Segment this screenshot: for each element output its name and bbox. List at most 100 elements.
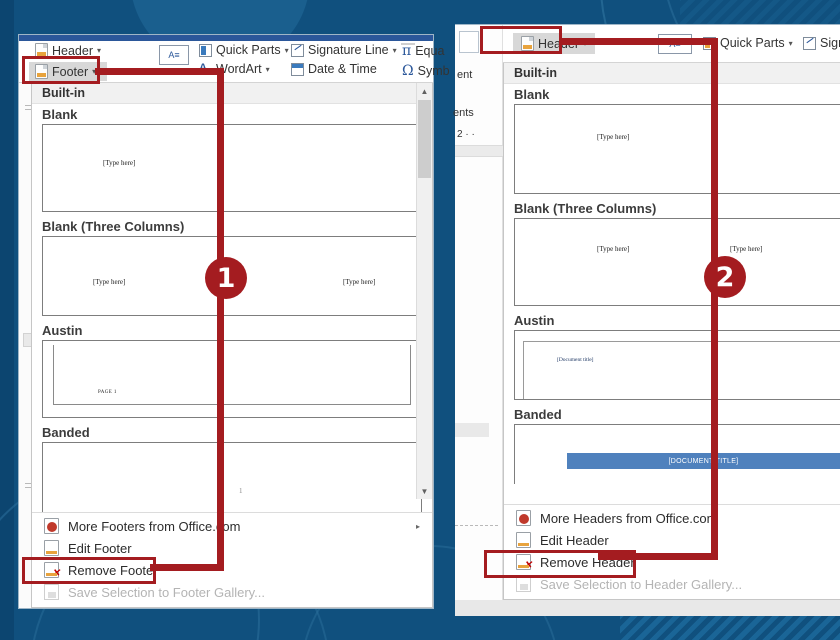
austin-rule-right: [410, 345, 411, 405]
step-badge-2: 2: [704, 256, 746, 298]
chevron-down-icon: ▾: [392, 45, 397, 55]
ribbon-date-time-button[interactable]: Date & Time: [291, 62, 397, 76]
annotation-box-footer-button: [22, 56, 100, 84]
equation-label: Equa: [415, 44, 445, 58]
preview-placeholder: [DOCUMENT TITLE]: [668, 457, 739, 465]
gallery-item-label-blank: Blank: [514, 87, 550, 102]
side-label-0: ent: [457, 69, 473, 81]
austin-rule-horizontal: [53, 404, 411, 405]
signature-line-label: Signature Line: [308, 43, 389, 57]
gallery-preview-banded[interactable]: 1: [42, 442, 422, 516]
step-badge-1: 1: [205, 257, 247, 299]
annotation-line-1-horizontal: [95, 68, 224, 75]
save-icon: [44, 584, 59, 600]
side-ruler-marker: [455, 145, 503, 157]
gallery-preview-banded[interactable]: [DOCUMENT TITLE]: [514, 424, 840, 484]
right-panel-side-column: ent ents 2 · ·: [453, 25, 503, 616]
menu-item-more-footers[interactable]: More Footers from Office.com ▸: [32, 515, 432, 537]
gallery-preview-blank-three-columns[interactable]: [Type here] [Type here] [Typ: [514, 218, 840, 306]
quick-parts-label: Quick Parts: [216, 43, 281, 57]
scroll-down-button[interactable]: ▼: [417, 483, 432, 499]
date-time-icon: [291, 62, 304, 76]
gallery-section-title: Built-in: [32, 83, 432, 104]
right-screenshot-panel: ent ents 2 · · Header ▾ A≡ Quick Parts ▾: [453, 24, 840, 616]
preview-placeholder: [Type here]: [343, 278, 376, 286]
preview-placeholder: 1: [239, 487, 243, 495]
menu-item-label: Edit Header: [540, 532, 609, 548]
preview-placeholder: [Type here]: [597, 245, 630, 253]
scroll-up-button[interactable]: ▲: [417, 83, 432, 99]
ribbon-text-box-button[interactable]: A≡: [159, 45, 189, 65]
gallery-preview-austin[interactable]: PAGE 1: [42, 340, 422, 418]
gallery-item-label-banded: Banded: [514, 407, 562, 422]
austin-rule: [53, 345, 54, 405]
scrollbar-thumb[interactable]: [418, 100, 431, 178]
chevron-down-icon: ▾: [97, 46, 102, 55]
side-stub-box: [459, 31, 479, 53]
annotation-line-2-horizontal: [560, 38, 718, 45]
preview-placeholder: [Type here]: [93, 278, 126, 286]
preview-placeholder: PAGE 1: [98, 390, 117, 395]
menu-item-more-headers[interactable]: More Headers from Office.com: [504, 507, 840, 529]
menu-item-edit-header[interactable]: Edit Header: [504, 529, 840, 551]
banded-title-bar: [DOCUMENT TITLE]: [567, 453, 840, 469]
side-label-1: ents: [453, 107, 474, 119]
document-icon: [516, 532, 531, 548]
austin-rule-left: [523, 341, 524, 399]
preview-placeholder: [Type here]: [730, 245, 763, 253]
globe-icon: [44, 518, 59, 534]
gallery-scrollbar[interactable]: ▲ ▼: [416, 83, 432, 499]
menu-item-label: More Footers from Office.com: [68, 518, 241, 534]
symbol-label: Symb: [417, 64, 450, 78]
gallery-item-label-austin: Austin: [42, 323, 83, 338]
left-screenshot-panel: Header ▾ Footer ▾ A≡ ▾ Quick Parts ▾ A: [18, 34, 450, 609]
side-dashed-rule: [455, 525, 498, 526]
ribbon-signature-line-button[interactable]: Signature Line ▾: [291, 43, 397, 57]
annotation-box-remove-footer: [22, 557, 156, 584]
menu-item-edit-footer[interactable]: Edit Footer: [32, 537, 432, 559]
ribbon-signature-line-button[interactable]: Signature Li: [803, 36, 840, 50]
save-icon: [516, 576, 531, 592]
preview-placeholder: [Document title]: [557, 357, 594, 363]
gallery-section-title: Built-in: [504, 63, 840, 84]
gallery-item-label-blank-three-columns: Blank (Three Columns): [514, 201, 657, 216]
ribbon-symbol-button[interactable]: Ω Symb: [402, 63, 450, 79]
gallery-preview-blank[interactable]: [Type here]: [42, 124, 422, 212]
side-ruler-marker-2: [455, 423, 489, 437]
chevron-down-icon: ▾: [284, 45, 289, 55]
annotation-box-header-button: [480, 26, 562, 54]
quick-parts-label: Quick Parts: [720, 36, 785, 50]
preview-placeholder: [Type here]: [103, 159, 136, 167]
gallery-preview-blank[interactable]: [Type here]: [514, 104, 840, 194]
menu-item-label: More Headers from Office.com: [540, 510, 718, 526]
chevron-down-icon: ▾: [788, 38, 793, 48]
signature-line-label: Signature Li: [820, 36, 840, 50]
gallery-item-label-banded: Banded: [42, 425, 90, 440]
austin-rule-top: [523, 341, 840, 342]
ribbon-quick-parts-button[interactable]: Quick Parts ▾: [199, 43, 289, 57]
menu-item-label: Save Selection to Footer Gallery...: [68, 584, 266, 600]
gallery-item-label-austin: Austin: [514, 313, 555, 328]
annotation-line-2-vertical: [711, 38, 718, 560]
right-panel-bottom-edge: [455, 600, 840, 616]
quick-parts-icon: [199, 43, 212, 57]
preview-placeholder: [Type here]: [597, 133, 630, 141]
equation-icon: π: [402, 43, 412, 59]
document-icon: [44, 540, 59, 556]
menu-item-label: Save Selection to Header Gallery...: [540, 576, 743, 592]
gallery-item-label-blank: Blank: [42, 107, 78, 122]
side-label-2: 2 · ·: [457, 129, 475, 140]
annotation-line-1-horizontal-bottom: [150, 564, 224, 571]
signature-line-icon: [291, 43, 304, 57]
menu-item-save-selection-footer: Save Selection to Footer Gallery...: [32, 581, 432, 603]
chevron-down-icon: ▾: [265, 64, 270, 74]
menu-item-label: Edit Footer: [68, 540, 132, 556]
header-gallery-dropdown: Built-in Blank [Type here] Blank (Three …: [503, 63, 840, 600]
ribbon-equation-button[interactable]: π Equa: [402, 43, 450, 59]
annotation-line-1-vertical: [217, 68, 224, 571]
symbol-icon: Ω: [402, 63, 414, 79]
globe-icon: [516, 510, 531, 526]
signature-line-icon: [803, 36, 816, 50]
gallery-preview-austin[interactable]: [Document title]: [514, 330, 840, 400]
footer-gallery-dropdown: Built-in Blank [Type here] Blank (Three …: [31, 83, 433, 608]
